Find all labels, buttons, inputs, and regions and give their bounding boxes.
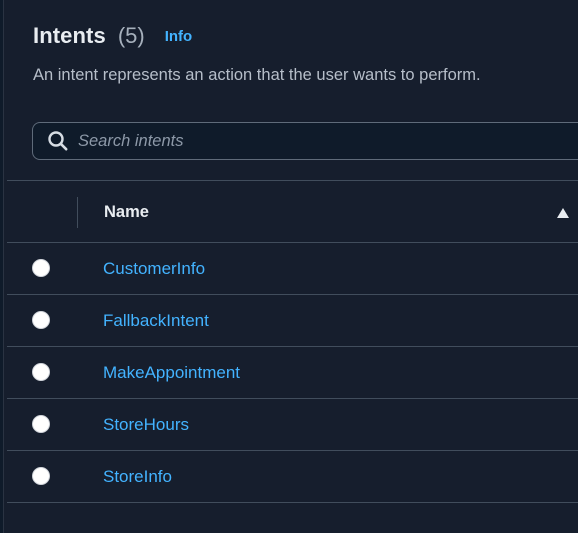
column-divider [77, 197, 78, 228]
row-radio-button[interactable] [32, 467, 50, 485]
intent-name-link[interactable]: CustomerInfo [103, 259, 205, 279]
page-title: Intents [33, 23, 106, 48]
intent-name-link[interactable]: StoreInfo [103, 467, 172, 487]
panel-description: An intent represents an action that the … [33, 66, 481, 84]
panel-header: Intents (5) Info [33, 23, 192, 49]
info-link[interactable]: Info [165, 28, 193, 45]
search-input[interactable] [78, 131, 578, 151]
search-box[interactable] [32, 122, 578, 160]
intent-name-link[interactable]: StoreHours [103, 415, 189, 435]
intent-name-link[interactable]: MakeAppointment [103, 363, 240, 383]
table-row: StoreHours [7, 399, 578, 451]
search-icon [46, 129, 70, 153]
table-row: StoreInfo [7, 451, 578, 503]
intent-name-link[interactable]: FallbackIntent [103, 311, 209, 331]
table-row: FallbackIntent [7, 295, 578, 347]
table-header: Name [7, 180, 578, 243]
intents-table: Name CustomerInfo FallbackIntent MakeApp… [7, 180, 578, 503]
row-radio-button[interactable] [32, 259, 50, 277]
table-row: MakeAppointment [7, 347, 578, 399]
row-radio-button[interactable] [32, 311, 50, 329]
table-row: CustomerInfo [7, 243, 578, 295]
row-radio-button[interactable] [32, 363, 50, 381]
intents-panel: Intents (5) Info An intent represents an… [3, 0, 578, 533]
column-header-name[interactable]: Name [104, 203, 149, 222]
row-radio-button[interactable] [32, 415, 50, 433]
intent-count: (5) [117, 23, 145, 48]
sort-ascending-icon[interactable] [556, 206, 570, 218]
